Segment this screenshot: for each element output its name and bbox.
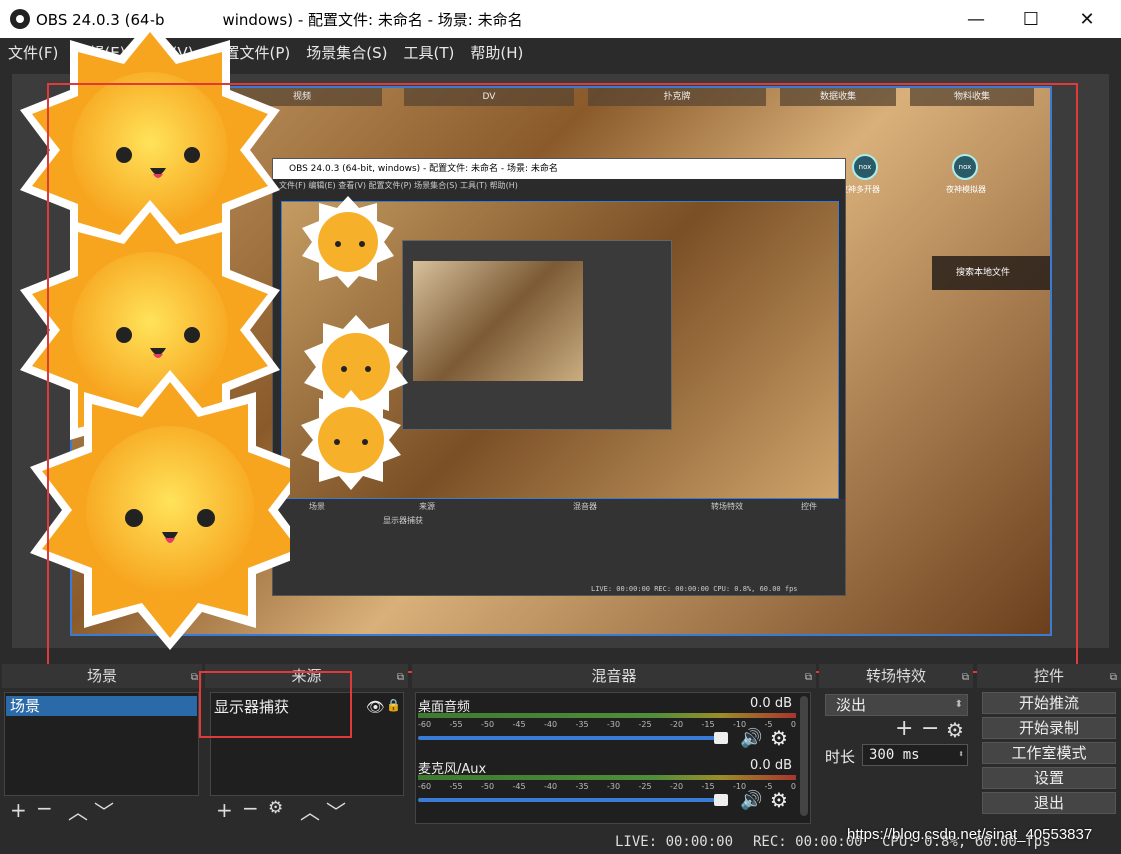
remove-source-button[interactable]: − [242, 796, 259, 820]
lock-icon[interactable]: 🔒 [386, 698, 401, 712]
add-transition-button[interactable]: + [895, 716, 913, 741]
volume-slider-handle[interactable] [714, 794, 728, 806]
remove-transition-button[interactable]: − [921, 716, 939, 741]
float-icon[interactable]: ⧉ [962, 666, 969, 690]
add-scene-button[interactable]: + [10, 798, 27, 822]
remove-scene-button[interactable]: − [36, 796, 53, 820]
maximize-button[interactable]: ☐ [1004, 0, 1058, 38]
eye-icon[interactable]: 👁 [366, 698, 385, 716]
exit-button[interactable]: 退出 [982, 792, 1116, 814]
watermark: https://blog.csdn.net/sinat_40553837 [847, 826, 1093, 843]
volume-meter [418, 713, 796, 718]
minimize-button[interactable]: — [949, 0, 1003, 38]
transition-select[interactable]: 淡出 ⬍ [825, 694, 968, 716]
float-icon[interactable]: ⧉ [191, 666, 198, 690]
dock-title-scenes[interactable]: 场景 ⧉ [2, 664, 202, 688]
speaker-icon[interactable]: 🔊 [740, 790, 762, 811]
volume-slider[interactable] [418, 736, 718, 740]
gear-icon[interactable]: ⚙ [946, 718, 964, 742]
dock-title-controls[interactable]: 控件 ⧉ [977, 664, 1121, 688]
volume-slider-handle[interactable] [714, 732, 728, 744]
dock-title-transitions[interactable]: 转场特效 ⧉ [819, 664, 973, 688]
duration-label: 时长 [825, 748, 856, 766]
speaker-icon[interactable]: 🔊 [740, 728, 762, 749]
channel-db: 0.0 dB [750, 696, 792, 711]
gear-icon[interactable]: ⚙ [268, 798, 283, 818]
channel-db: 0.0 dB [750, 758, 792, 773]
move-down-icon[interactable]: ﹀ [326, 796, 346, 825]
float-icon[interactable]: ⧉ [805, 666, 812, 690]
dock-title-mixer[interactable]: 混音器 ⧉ [412, 664, 816, 688]
settings-button[interactable]: 设置 [982, 767, 1116, 789]
move-up-icon[interactable]: ︿ [300, 796, 320, 825]
close-button[interactable]: ✕ [1060, 0, 1114, 38]
mixer-scrollbar[interactable] [800, 696, 808, 816]
highlight-source-box [199, 671, 352, 738]
live-status: LIVE: 00:00:00 [615, 834, 734, 850]
volume-slider[interactable] [418, 798, 718, 802]
volume-meter [418, 775, 796, 780]
menu-scene-collection[interactable]: 场景集合(S) [306, 42, 387, 63]
gear-icon[interactable]: ⚙ [770, 726, 788, 750]
float-icon[interactable]: ⧉ [1110, 666, 1117, 690]
move-down-icon[interactable]: ﹀ [94, 796, 114, 825]
spin-icon: ⬍ [954, 699, 963, 710]
start-streaming-button[interactable]: 开始推流 [982, 692, 1116, 714]
move-up-icon[interactable]: ︿ [68, 796, 88, 825]
start-recording-button[interactable]: 开始录制 [982, 717, 1116, 739]
highlight-preview-box [47, 83, 1078, 673]
duration-input[interactable]: 300 ms ⬍ [862, 744, 968, 766]
float-icon[interactable]: ⧉ [397, 666, 404, 690]
mixer-channel-mic: 麦克风/Aux 0.0 dB -60 -55 -50 -45 -40 -35 -30 -25-… [418, 758, 796, 812]
studio-mode-button[interactable]: 工作室模式 [982, 742, 1116, 764]
gear-icon[interactable]: ⚙ [770, 788, 788, 812]
mixer-channel-desktop: 桌面音频 0.0 dB -60 -55 -50 -45 -40 -35 -30 -25 -20-… [418, 696, 796, 750]
menu-help[interactable]: 帮助(H) [470, 42, 523, 63]
menu-tools[interactable]: 工具(T) [403, 42, 454, 63]
add-source-button[interactable]: + [216, 798, 233, 822]
scene-item[interactable]: 场景 [6, 696, 197, 716]
spin-icon: ⬍ [957, 749, 964, 760]
